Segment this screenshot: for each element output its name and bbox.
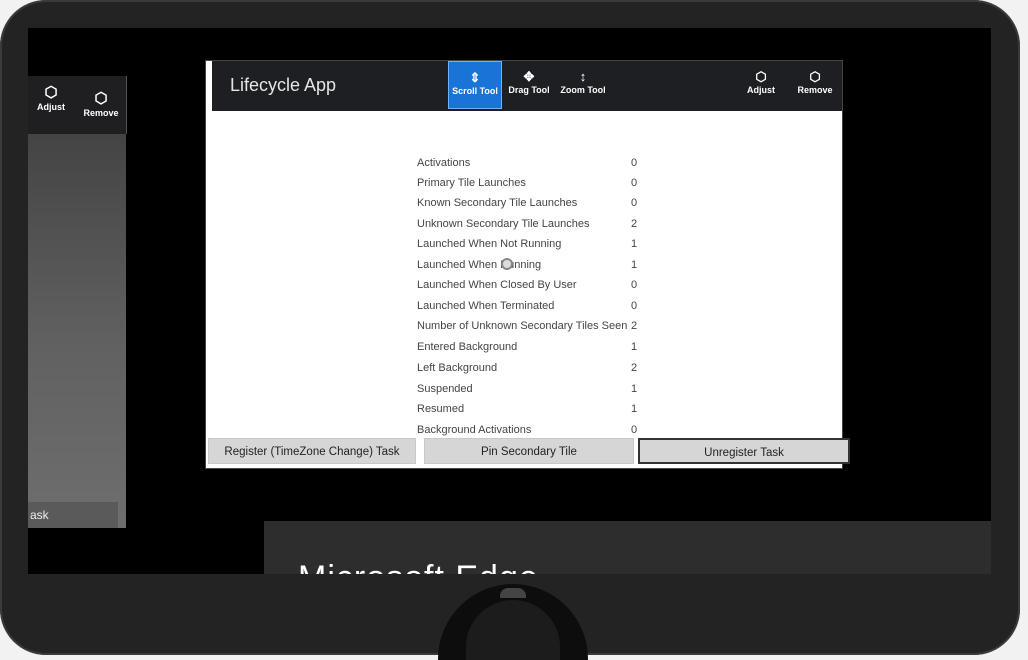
stat-label: Launched When Running (417, 259, 542, 271)
adjust-icon: ⬡ (755, 69, 767, 84)
zoom-tool-label: Zoom Tool (560, 85, 606, 95)
scroll-tool-label: Scroll Tool (452, 86, 498, 96)
adjust-label: Adjust (747, 85, 775, 95)
stat-label: Entered Background (417, 341, 518, 353)
stat-label: Suspended (417, 383, 473, 395)
edge-window[interactable]: Microsoft Edge (264, 521, 991, 574)
stat-label: Number of Unknown Secondary Tiles Seen (417, 320, 628, 332)
stat-value: 1 (631, 238, 638, 250)
stat-label: Primary Tile Launches (417, 177, 526, 189)
remove-label: Remove (797, 85, 833, 95)
stat-label: Launched When Closed By User (417, 279, 577, 291)
zoom-tool-button[interactable]: ↕ Zoom Tool (556, 61, 610, 109)
left-app-window: ⬡ Adjust ⬡ Remove ask (28, 76, 127, 528)
stat-row: Activations 0 (417, 157, 647, 177)
scroll-tool-icon: ⇕ (469, 70, 481, 85)
stat-row: Launched When Running 1 (417, 259, 647, 279)
lifecycle-app-window: Lifecycle App ⇕ Scroll Tool ✥ Drag Tool … (206, 61, 850, 468)
adjust-icon: ⬡ (44, 84, 58, 101)
app-titlebar: Lifecycle App ⇕ Scroll Tool ✥ Drag Tool … (212, 61, 842, 111)
drag-tool-label: Drag Tool (508, 85, 550, 95)
left-window-toolbar: ⬡ Adjust ⬡ Remove (28, 76, 127, 134)
stat-label: Unknown Secondary Tile Launches (417, 218, 590, 230)
stat-label: Resumed (417, 403, 465, 415)
stat-label: Known Secondary Tile Launches (417, 197, 578, 209)
stat-row: Suspended 1 (417, 383, 647, 403)
stat-label: Background Activations (417, 424, 532, 436)
unregister-task-button[interactable]: Unregister Task (638, 438, 850, 464)
stat-row: Primary Tile Launches 0 (417, 177, 647, 197)
stat-row: Launched When Closed By User 0 (417, 279, 647, 299)
left-remove-button[interactable]: ⬡ Remove (78, 90, 124, 118)
stat-value: 1 (631, 383, 638, 395)
stat-value: 0 (631, 157, 638, 169)
app-title: Lifecycle App (230, 75, 337, 95)
stat-value: 1 (631, 403, 638, 415)
left-adjust-label: Adjust (37, 102, 65, 112)
headset-nose-tip (500, 588, 526, 598)
edge-window-title: Microsoft Edge (298, 559, 539, 574)
remove-icon: ⬡ (809, 69, 821, 84)
stat-label: Launched When Terminated (417, 300, 555, 312)
stat-row: Entered Background 1 (417, 341, 647, 361)
stat-value: 2 (631, 320, 638, 332)
stat-value: 0 (631, 279, 638, 291)
stat-value: 2 (631, 218, 638, 230)
stat-value: 1 (631, 259, 638, 271)
remove-icon: ⬡ (94, 90, 108, 107)
stat-label: Left Background (417, 362, 498, 374)
stat-row: Launched When Not Running 1 (417, 238, 647, 258)
remove-button[interactable]: ⬡ Remove (788, 61, 842, 109)
scroll-tool-button[interactable]: ⇕ Scroll Tool (448, 61, 502, 109)
adjust-button[interactable]: ⬡ Adjust (734, 61, 788, 109)
zoom-tool-icon: ↕ (579, 69, 587, 84)
stat-value: 2 (631, 362, 638, 374)
left-window-footer[interactable]: ask (28, 502, 118, 528)
pin-secondary-tile-button[interactable]: Pin Secondary Tile (424, 438, 634, 464)
stat-row: Launched When Terminated 0 (417, 300, 647, 320)
stat-label: Activations (417, 157, 471, 169)
stat-value: 0 (631, 424, 638, 436)
drag-tool-button[interactable]: ✥ Drag Tool (502, 61, 556, 109)
left-remove-label: Remove (83, 108, 119, 118)
stat-row: Left Background 2 (417, 362, 647, 382)
stat-value: 1 (631, 341, 638, 353)
stat-value: 0 (631, 300, 638, 312)
stat-row: Known Secondary Tile Launches 0 (417, 197, 647, 217)
stat-row: Resumed 1 (417, 403, 647, 423)
register-task-button[interactable]: Register (TimeZone Change) Task (208, 438, 416, 464)
stat-row: Number of Unknown Secondary Tiles Seen 2 (417, 320, 647, 340)
stat-value: 0 (631, 197, 638, 209)
stat-row: Unknown Secondary Tile Launches 2 (417, 218, 647, 238)
mixed-reality-view: ⬡ Adjust ⬡ Remove ask Microsoft Edge Lif… (28, 28, 991, 574)
stat-value: 0 (631, 177, 638, 189)
gaze-cursor (501, 258, 513, 270)
stat-label: Launched When Not Running (417, 238, 562, 250)
drag-tool-icon: ✥ (523, 69, 535, 84)
left-adjust-button[interactable]: ⬡ Adjust (28, 84, 74, 112)
